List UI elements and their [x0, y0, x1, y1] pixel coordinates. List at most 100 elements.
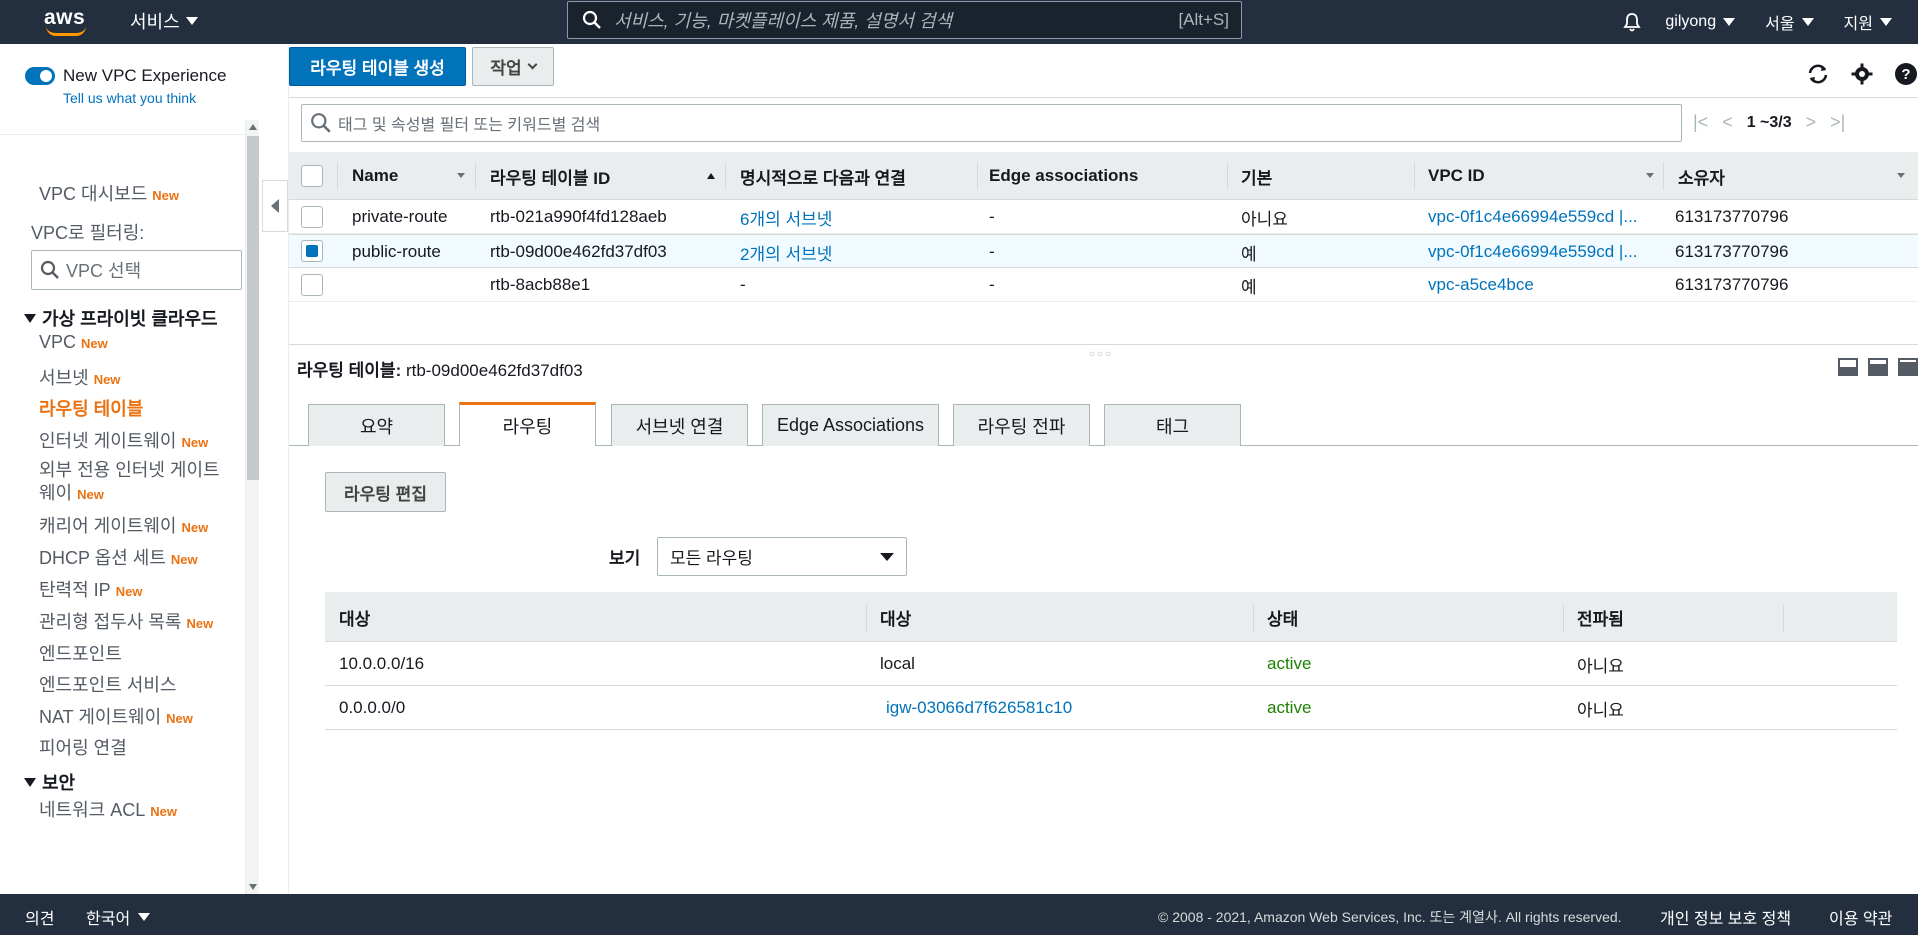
sidebar-item-endpoints[interactable]: 엔드포인트: [39, 640, 122, 666]
section-security-header[interactable]: 보안: [24, 769, 75, 795]
first-page-icon[interactable]: |<: [1693, 112, 1708, 133]
sort-icon[interactable]: [1897, 173, 1905, 178]
user-menu[interactable]: gilyong: [1665, 13, 1736, 31]
cell-route-table-id: rtb-09d00e462fd37df03: [490, 242, 667, 261]
search-icon: [582, 10, 601, 29]
route-target-link[interactable]: igw-03066d7f626581c10: [886, 686, 1072, 730]
route-destination: 10.0.0.0/16: [339, 654, 425, 673]
new-vpc-experience-toggle[interactable]: New VPC Experience: [25, 66, 226, 86]
actions-button[interactable]: 작업: [472, 47, 554, 86]
sidebar-item-peering[interactable]: 피어링 연결: [39, 734, 127, 760]
feedback-label: 의견: [25, 911, 55, 928]
sidebar-item-dhcp-options[interactable]: DHCP 옵션 세트 New: [39, 544, 198, 570]
sidebar-item-vpc[interactable]: VPC New: [39, 332, 108, 353]
support-menu[interactable]: 지원: [1844, 10, 1892, 34]
select-all-checkbox[interactable]: [301, 165, 323, 187]
privacy-link[interactable]: 개인 정보 보호 정책: [1660, 905, 1791, 929]
sidebar-item-prefix-lists[interactable]: 관리형 접두사 목록 New: [39, 608, 213, 634]
cell-explicit-association-link[interactable]: 6개의 서브넷: [740, 200, 832, 234]
scroll-down-icon[interactable]: [249, 884, 257, 890]
vpc-filter-select[interactable]: VPC 선택: [31, 250, 242, 290]
cell-vpc-id-link[interactable]: vpc-a5ce4bce: [1428, 268, 1534, 302]
next-page-icon[interactable]: >: [1806, 112, 1817, 133]
tab-subnet-associations[interactable]: 서브넷 연결: [611, 404, 748, 446]
help-icon[interactable]: ?: [1894, 62, 1918, 86]
sort-ascending-icon[interactable]: [707, 173, 715, 179]
column-header-owner[interactable]: 소유자: [1678, 152, 1725, 200]
toggle-switch[interactable]: [25, 67, 55, 85]
feedback-button[interactable]: 의견: [25, 905, 54, 929]
sort-icon[interactable]: [1646, 173, 1654, 178]
edit-routes-button[interactable]: 라우팅 편집: [325, 472, 446, 512]
panel-large-icon[interactable]: [1898, 358, 1918, 376]
sidebar-item-label-line2: 웨이: [39, 483, 73, 503]
splitter-handle-icon[interactable]: ○○○: [1089, 349, 1113, 360]
cell-vpc-id-link[interactable]: vpc-0f1c4e66994e559cd |...: [1428, 200, 1656, 234]
view-filter-select[interactable]: 모든 라우팅: [657, 537, 907, 576]
cell-vpc-id-link[interactable]: vpc-0f1c4e66994e559cd |...: [1428, 235, 1656, 269]
scroll-up-icon[interactable]: [249, 124, 257, 130]
table-row[interactable]: rtb-8acb88e1 - - 예 vpc-a5ce4bce 61317377…: [289, 268, 1918, 302]
cell-route-table-id: rtb-021a990f4fd128aeb: [490, 207, 667, 226]
new-badge: New: [93, 372, 121, 387]
sidebar-item-egress-only-igw[interactable]: 외부 전용 인터넷 게이트 웨이 New: [39, 459, 220, 506]
scroll-thumb[interactable]: [247, 136, 259, 480]
sidebar-item-network-acl[interactable]: 네트워크 ACL New: [39, 796, 177, 822]
column-header-explicit-association[interactable]: 명시적으로 다음과 연결: [740, 152, 906, 200]
collapse-sidebar-button[interactable]: [262, 180, 288, 232]
row-checkbox-checked[interactable]: [301, 240, 323, 262]
tab-summary[interactable]: 요약: [308, 404, 445, 446]
terms-label: 이용 약관: [1829, 911, 1893, 928]
aws-smile-icon: [46, 26, 86, 36]
row-checkbox[interactable]: [301, 274, 323, 296]
sidebar-item-route-tables[interactable]: 라우팅 테이블: [39, 395, 143, 421]
panel-splitter[interactable]: [289, 344, 1918, 347]
row-checkbox[interactable]: [301, 206, 323, 228]
refresh-icon[interactable]: [1806, 62, 1830, 86]
new-badge: New: [150, 804, 177, 819]
column-header-vpc-id[interactable]: VPC ID: [1428, 152, 1485, 200]
sidebar-item-vpc-dashboard[interactable]: VPC 대시보드 New: [39, 180, 179, 206]
sidebar-item-subnets[interactable]: 서브넷 New: [39, 364, 120, 390]
tab-routes[interactable]: 라우팅: [459, 402, 596, 446]
sidebar-item-label: 캐리어 게이트웨이: [39, 516, 177, 536]
sidebar-item-internet-gateways[interactable]: 인터넷 게이트웨이 New: [39, 427, 208, 453]
section-vpc-header[interactable]: 가상 프라이빗 클라우드: [24, 305, 218, 331]
panel-small-icon[interactable]: [1838, 358, 1858, 376]
global-search-input[interactable]: 서비스, 기능, 마켓플레이스 제품, 설명서 검색 [Alt+S]: [567, 1, 1242, 39]
bell-icon[interactable]: [1621, 11, 1643, 33]
column-header-main[interactable]: 기본: [1241, 152, 1272, 200]
cell-explicit-association-link[interactable]: 2개의 서브넷: [740, 235, 832, 269]
column-header-edge-associations[interactable]: Edge associations: [989, 152, 1138, 200]
column-header-route-table-id[interactable]: 라우팅 테이블 ID: [490, 152, 610, 200]
services-menu[interactable]: 서비스: [130, 8, 198, 34]
table-row[interactable]: private-route rtb-021a990f4fd128aeb 6개의 …: [289, 200, 1918, 234]
column-divider: [1783, 604, 1784, 632]
sidebar-scrollbar[interactable]: [245, 120, 259, 894]
sidebar-item-elastic-ips[interactable]: 탄력적 IP New: [39, 576, 142, 602]
cell-route-table-id: rtb-8acb88e1: [490, 275, 591, 294]
create-route-table-button[interactable]: 라우팅 테이블 생성: [289, 47, 466, 86]
table-row-selected[interactable]: public-route rtb-09d00e462fd37df03 2개의 서…: [289, 234, 1918, 268]
tab-tags[interactable]: 태그: [1104, 404, 1241, 446]
sidebar-item-endpoint-services[interactable]: 엔드포인트 서비스: [39, 671, 176, 697]
new-badge: New: [115, 584, 143, 599]
sidebar-item-carrier-gateways[interactable]: 캐리어 게이트웨이 New: [39, 512, 208, 538]
column-header-name[interactable]: Name: [352, 152, 398, 200]
sort-icon[interactable]: [457, 173, 465, 178]
panel-medium-icon[interactable]: [1868, 358, 1888, 376]
region-menu[interactable]: 서울: [1765, 10, 1814, 34]
table-filter-input[interactable]: 태그 및 속성별 필터 또는 키워드별 검색: [301, 104, 1682, 142]
tab-route-propagation[interactable]: 라우팅 전파: [953, 404, 1090, 446]
tab-edge-associations[interactable]: Edge Associations: [762, 404, 939, 446]
aws-logo[interactable]: aws: [44, 6, 90, 38]
terms-link[interactable]: 이용 약관: [1829, 905, 1892, 929]
sidebar-item-nat-gateways[interactable]: NAT 게이트웨이 New: [39, 703, 193, 729]
language-selector[interactable]: 한국어: [86, 905, 151, 929]
gear-icon[interactable]: [1850, 62, 1874, 86]
feedback-link[interactable]: Tell us what you think: [63, 90, 196, 106]
last-page-icon[interactable]: >|: [1830, 112, 1845, 133]
routes-table-header: 대상 대상 상태 전파됨: [325, 592, 1897, 642]
prev-page-icon[interactable]: <: [1722, 112, 1733, 133]
sidebar-item-label: NAT 게이트웨이: [39, 707, 162, 727]
